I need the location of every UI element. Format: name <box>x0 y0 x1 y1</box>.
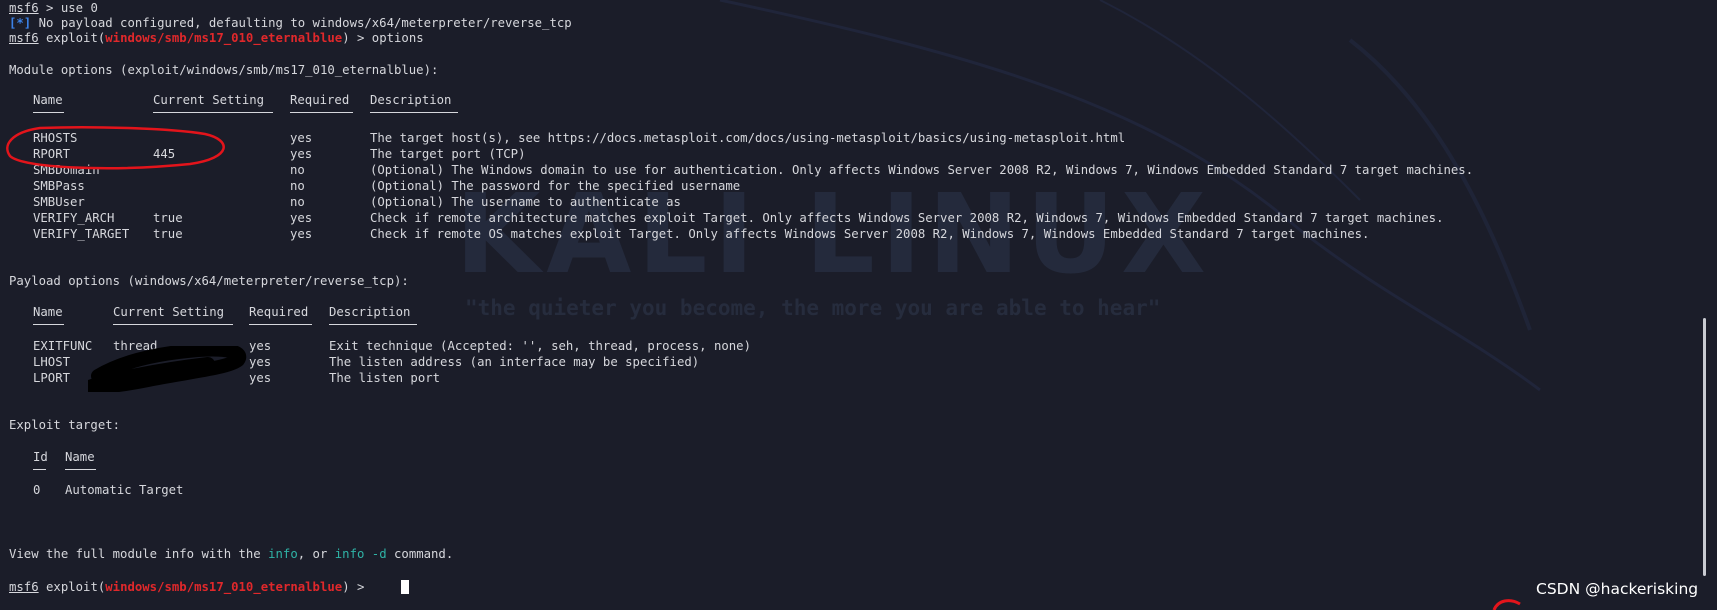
column-header-current-setting: Current Setting <box>153 93 265 107</box>
option-required: no <box>290 195 305 209</box>
option-description: Check if remote architecture matches exp… <box>370 211 1444 225</box>
option-name: SMBPass <box>33 179 85 193</box>
target-name: Automatic Target <box>65 483 184 497</box>
status-line: [*] No payload configured, defaulting to… <box>9 15 572 31</box>
info-hint-text: command. <box>386 547 454 561</box>
option-setting: true <box>153 227 183 241</box>
kali-quote-watermark: "the quieter you become, the more you ar… <box>465 296 1161 320</box>
option-required: yes <box>290 211 313 225</box>
option-required: yes <box>290 131 313 145</box>
vertical-scrollbar[interactable] <box>1703 318 1706 576</box>
command-text: ) > options <box>342 31 424 45</box>
option-name: SMBUser <box>33 195 85 209</box>
info-command: info <box>268 547 298 561</box>
payload-options-header: Payload options (windows/x64/meterpreter… <box>9 274 409 288</box>
command-text: > use 0 <box>38 1 98 15</box>
header-underline <box>329 324 417 325</box>
header-underline <box>113 324 233 325</box>
header-underline <box>33 469 46 470</box>
option-name: RPORT <box>33 147 71 161</box>
header-underline <box>249 324 312 325</box>
option-required: yes <box>290 147 313 161</box>
msf-prompt: msf6 <box>9 1 39 15</box>
option-name: EXITFUNC <box>33 339 93 353</box>
option-description: Check if remote OS matches exploit Targe… <box>370 227 1370 241</box>
option-description: The target port (TCP) <box>370 147 526 161</box>
info-d-command: info -d <box>334 547 387 561</box>
csdn-watermark: CSDN @hackerisking <box>1536 580 1699 598</box>
header-underline <box>65 469 96 470</box>
option-description: The listen address (an interface may be … <box>329 355 700 369</box>
option-description: The target host(s), see https://docs.met… <box>370 131 1126 145</box>
column-header-description: Description <box>370 93 452 107</box>
option-setting: 445 <box>153 147 176 161</box>
column-header-required: Required <box>290 93 350 107</box>
msf-prompt: msf6 <box>9 580 39 594</box>
prompt-exploit-prefix: exploit( <box>38 580 106 594</box>
column-header-description: Description <box>329 305 411 319</box>
option-required: yes <box>249 371 272 385</box>
option-name: RHOSTS <box>33 131 78 145</box>
option-description: The listen port <box>329 371 441 385</box>
option-description: Exit technique (Accepted: '', seh, threa… <box>329 339 751 353</box>
option-description: (Optional) The username to authenticate … <box>370 195 681 209</box>
option-required: no <box>290 163 305 177</box>
option-name: VERIFY_ARCH <box>33 211 115 225</box>
option-name: LHOST <box>33 355 71 369</box>
terminal-window[interactable]: KALI LINUX "the quieter you become, the … <box>0 0 1717 610</box>
option-required: yes <box>290 227 313 241</box>
target-id: 0 <box>33 483 41 497</box>
option-required: yes <box>249 355 272 369</box>
module-path: windows/smb/ms17_010_eternalblue <box>105 580 343 594</box>
option-required: no <box>290 179 305 193</box>
module-path: windows/smb/ms17_010_eternalblue <box>105 31 343 45</box>
info-status-tag: [*] <box>9 16 32 30</box>
command-line-use: msf6 > use 0 <box>9 0 98 16</box>
redaction-scribble <box>88 346 247 392</box>
header-underline <box>33 324 64 325</box>
info-hint-text: , or <box>297 547 335 561</box>
header-underline <box>153 112 273 113</box>
option-description: (Optional) The password for the specifie… <box>370 179 741 193</box>
option-description: (Optional) The Windows domain to use for… <box>370 163 1474 177</box>
header-underline <box>370 112 458 113</box>
info-hint-text: View the full module info with the <box>9 547 269 561</box>
command-prompt-line[interactable]: msf6 exploit(windows/smb/ms17_010_eterna… <box>9 579 372 595</box>
column-header-id: Id <box>33 450 48 464</box>
option-setting: true <box>153 211 183 225</box>
info-hint-line: View the full module info with the info,… <box>9 546 453 562</box>
header-underline <box>290 112 353 113</box>
column-header-name: Name <box>33 93 63 107</box>
option-name: VERIFY_TARGET <box>33 227 130 241</box>
status-message: No payload configured, defaulting to win… <box>31 16 572 30</box>
prompt-exploit-prefix: exploit( <box>38 31 106 45</box>
column-header-required: Required <box>249 305 309 319</box>
column-header-current-setting: Current Setting <box>113 305 225 319</box>
option-name: SMBDomain <box>33 163 100 177</box>
terminal-cursor <box>401 580 409 594</box>
csdn-logo-icon <box>1492 599 1521 610</box>
exploit-target-header: Exploit target: <box>9 418 121 432</box>
header-underline <box>33 112 64 113</box>
column-header-name: Name <box>33 305 63 319</box>
module-options-header: Module options (exploit/windows/smb/ms17… <box>9 63 439 77</box>
option-name: LPORT <box>33 371 71 385</box>
option-required: yes <box>249 339 272 353</box>
column-header-name: Name <box>65 450 95 464</box>
command-line-options: msf6 exploit(windows/smb/ms17_010_eterna… <box>9 30 424 46</box>
prompt-suffix: ) > <box>342 580 372 594</box>
msf-prompt: msf6 <box>9 31 39 45</box>
